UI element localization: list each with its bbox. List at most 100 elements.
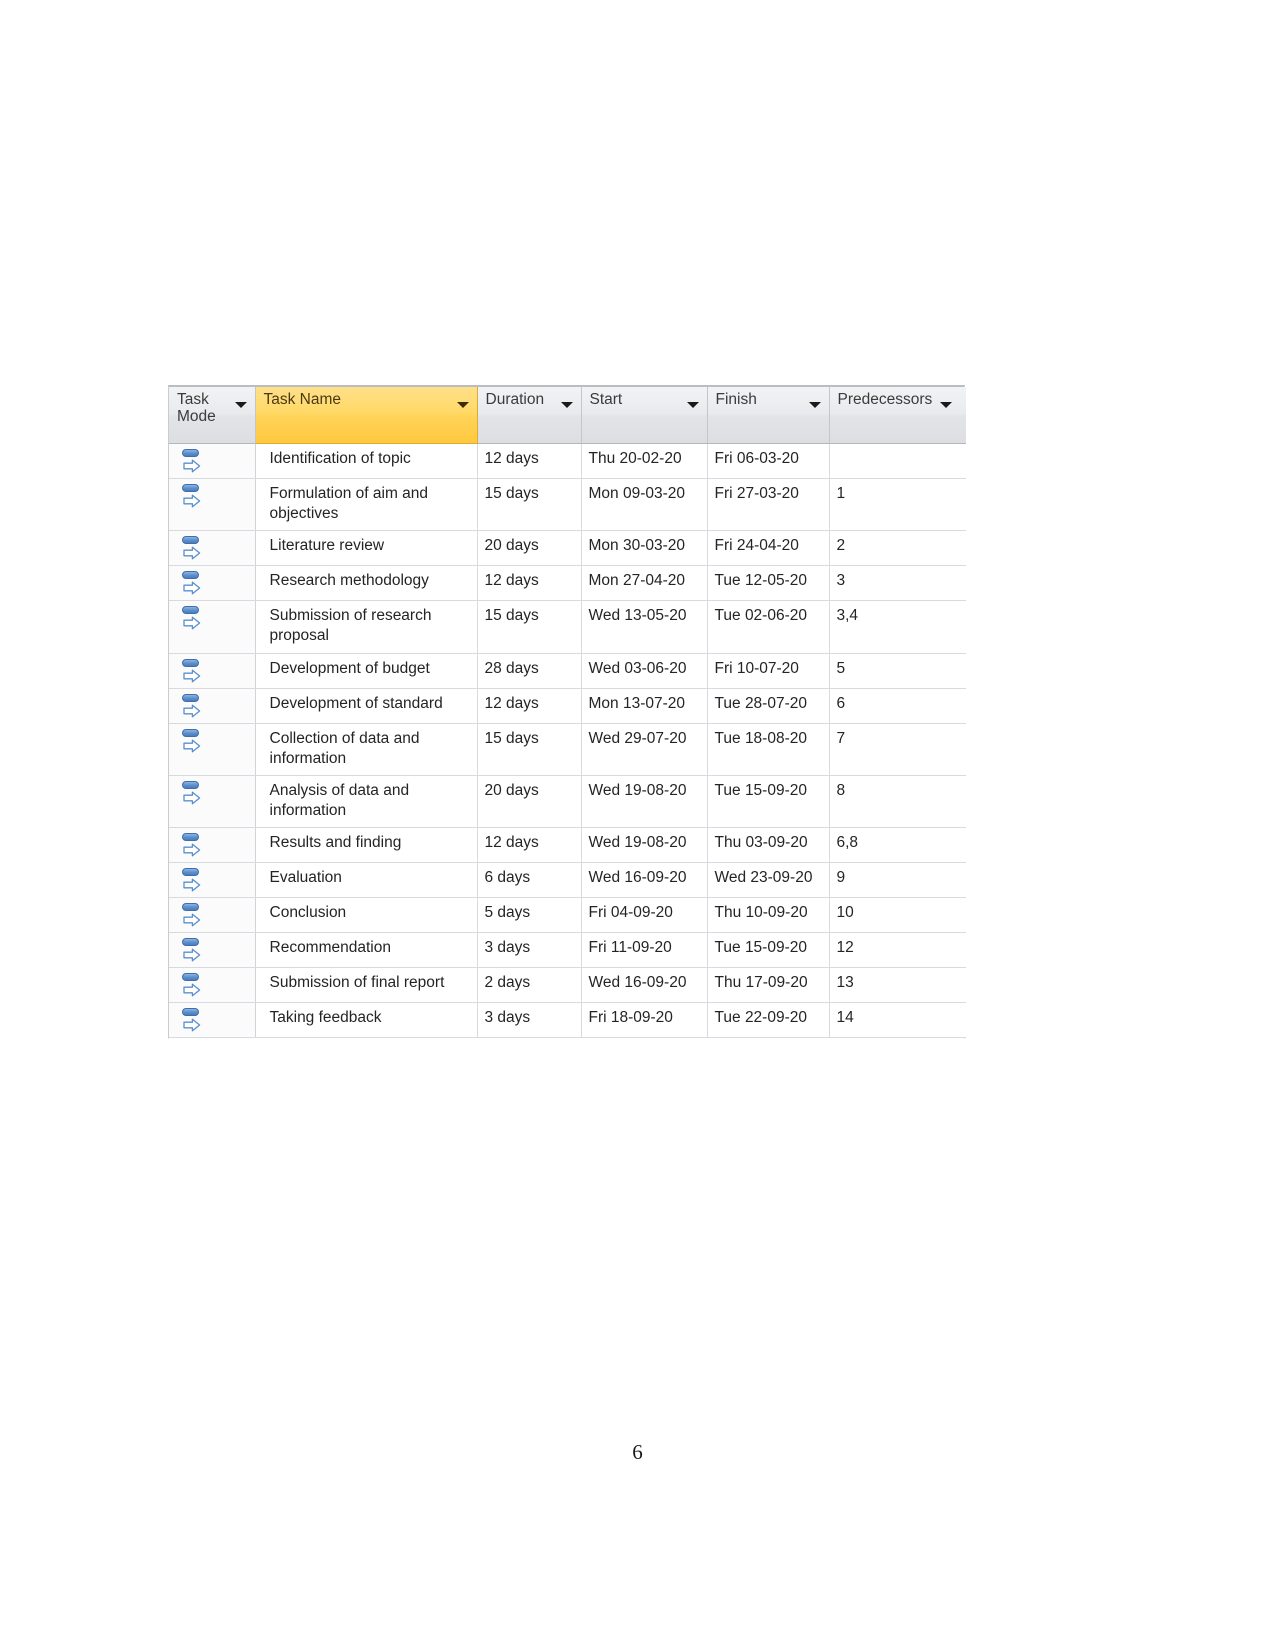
cell-duration[interactable]: 12 days	[477, 443, 582, 479]
filter-dropdown-icon-task-name[interactable]	[456, 402, 469, 408]
cell-finish[interactable]: Thu 03-09-20	[707, 827, 830, 864]
cell-duration[interactable]: 12 days	[477, 688, 582, 724]
cell-task-mode[interactable]	[169, 443, 256, 479]
table-row[interactable]: Conclusion 5 days Fri 04-09-20 Thu 10-09-20…	[169, 897, 966, 934]
table-row[interactable]: Evaluation 6 days Wed 16-09-20 Wed 23-09-20…	[169, 862, 966, 899]
cell-finish[interactable]: Tue 15-09-20	[707, 775, 830, 829]
table-row[interactable]: Literature review 20 days Mon 30-03-20 Fri …	[169, 530, 966, 567]
cell-duration[interactable]: 15 days	[477, 478, 582, 532]
cell-finish[interactable]: Tue 22-09-20	[707, 1002, 830, 1039]
filter-dropdown-icon-predecessors[interactable]	[940, 402, 952, 408]
cell-task-mode[interactable]	[169, 1002, 256, 1039]
cell-finish[interactable]: Fri 27-03-20	[707, 478, 830, 532]
cell-task-mode[interactable]	[169, 827, 256, 864]
cell-duration[interactable]: 6 days	[477, 862, 582, 899]
cell-task-name[interactable]: Analysis of data and information	[255, 775, 478, 829]
cell-finish[interactable]: Tue 15-09-20	[707, 932, 830, 969]
cell-finish[interactable]: Tue 02-06-20	[707, 600, 830, 654]
cell-predecessors[interactable]: 6,8	[829, 827, 966, 864]
cell-predecessors[interactable]: 8	[829, 775, 966, 829]
table-row[interactable]: Formulation of aim and objectives 15 days…	[169, 478, 966, 532]
table-row[interactable]: Development of budget 28 days Wed 03-06-20…	[169, 653, 966, 689]
cell-predecessors[interactable]: 5	[829, 653, 966, 689]
cell-task-name[interactable]: Collection of data and information	[255, 723, 478, 776]
cell-task-mode[interactable]	[169, 688, 256, 724]
cell-predecessors[interactable]: 9	[829, 862, 966, 899]
cell-task-name[interactable]: Formulation of aim and objectives	[255, 478, 478, 532]
cell-task-mode[interactable]	[169, 967, 256, 1004]
table-row[interactable]: Research methodology 12 days Mon 27-04-20 T…	[169, 565, 966, 602]
cell-start[interactable]: Wed 29-07-20	[581, 723, 708, 776]
cell-finish[interactable]: Thu 17-09-20	[707, 967, 830, 1004]
table-row[interactable]: Collection of data and information 15 day…	[169, 723, 966, 776]
cell-predecessors[interactable]: 10	[829, 897, 966, 934]
cell-predecessors[interactable]: 2	[829, 530, 966, 567]
cell-duration[interactable]: 5 days	[477, 897, 582, 934]
cell-predecessors[interactable]: 12	[829, 932, 966, 969]
filter-dropdown-icon-start[interactable]	[686, 402, 699, 408]
cell-task-name[interactable]: Recommendation	[255, 932, 478, 969]
table-row[interactable]: Development of standard 12 days Mon 13-07-…	[169, 688, 966, 724]
table-row[interactable]: Analysis of data and information 20 days W…	[169, 775, 966, 829]
cell-task-name[interactable]: Literature review	[255, 530, 478, 567]
cell-task-name[interactable]: Identification of topic	[255, 443, 478, 479]
cell-duration[interactable]: 20 days	[477, 530, 582, 567]
cell-task-name[interactable]: Results and finding	[255, 827, 478, 864]
column-header-task-name[interactable]: Task Name	[255, 387, 478, 444]
table-row[interactable]: Submission of final report 2 days Wed 16-0…	[169, 967, 966, 1004]
cell-finish[interactable]: Thu 10-09-20	[707, 897, 830, 934]
cell-task-name[interactable]: Taking feedback	[255, 1002, 478, 1039]
cell-finish[interactable]: Fri 10-07-20	[707, 653, 830, 689]
cell-predecessors[interactable]	[829, 443, 966, 479]
cell-task-mode[interactable]	[169, 897, 256, 934]
cell-duration[interactable]: 15 days	[477, 723, 582, 776]
cell-duration[interactable]: 15 days	[477, 600, 582, 654]
cell-start[interactable]: Mon 30-03-20	[581, 530, 708, 567]
cell-start[interactable]: Wed 16-09-20	[581, 862, 708, 899]
cell-start[interactable]: Wed 16-09-20	[581, 967, 708, 1004]
cell-task-mode[interactable]	[169, 530, 256, 567]
cell-predecessors[interactable]: 1	[829, 478, 966, 532]
cell-task-name[interactable]: Development of budget	[255, 653, 478, 689]
table-row[interactable]: Results and finding 12 days Wed 19-08-20 Th…	[169, 827, 966, 864]
table-row[interactable]: Taking feedback 3 days Fri 18-09-20 Tue 22-…	[169, 1002, 966, 1039]
cell-finish[interactable]: Tue 18-08-20	[707, 723, 830, 776]
cell-start[interactable]: Wed 03-06-20	[581, 653, 708, 689]
column-header-task-mode[interactable]: Task Mode	[169, 387, 256, 444]
cell-duration[interactable]: 12 days	[477, 565, 582, 602]
cell-finish[interactable]: Tue 28-07-20	[707, 688, 830, 724]
cell-task-name[interactable]: Research methodology	[255, 565, 478, 602]
table-row[interactable]: Recommendation 3 days Fri 11-09-20 Tue 15-0…	[169, 932, 966, 969]
column-header-start[interactable]: Start	[581, 387, 708, 444]
cell-task-mode[interactable]	[169, 932, 256, 969]
cell-predecessors[interactable]: 3	[829, 565, 966, 602]
cell-predecessors[interactable]: 13	[829, 967, 966, 1004]
cell-task-name[interactable]: Evaluation	[255, 862, 478, 899]
cell-duration[interactable]: 3 days	[477, 1002, 582, 1039]
cell-start[interactable]: Mon 09-03-20	[581, 478, 708, 532]
table-row[interactable]: Identification of topic 12 days Thu 20-02-…	[169, 443, 966, 479]
cell-predecessors[interactable]: 6	[829, 688, 966, 724]
cell-duration[interactable]: 2 days	[477, 967, 582, 1004]
cell-duration[interactable]: 3 days	[477, 932, 582, 969]
cell-start[interactable]: Thu 20-02-20	[581, 443, 708, 479]
cell-start[interactable]: Fri 04-09-20	[581, 897, 708, 934]
cell-finish[interactable]: Tue 12-05-20	[707, 565, 830, 602]
cell-predecessors[interactable]: 3,4	[829, 600, 966, 654]
cell-finish[interactable]: Fri 24-04-20	[707, 530, 830, 567]
cell-task-name[interactable]: Development of standard	[255, 688, 478, 724]
column-header-duration[interactable]: Duration	[477, 387, 582, 444]
cell-task-mode[interactable]	[169, 565, 256, 602]
filter-dropdown-icon-finish[interactable]	[808, 402, 821, 408]
cell-start[interactable]: Fri 18-09-20	[581, 1002, 708, 1039]
column-header-predecessors[interactable]: Predecessors	[829, 387, 966, 444]
cell-duration[interactable]: 12 days	[477, 827, 582, 864]
cell-task-mode[interactable]	[169, 653, 256, 689]
cell-task-mode[interactable]	[169, 478, 256, 532]
cell-task-mode[interactable]	[169, 775, 256, 829]
cell-predecessors[interactable]: 14	[829, 1002, 966, 1039]
cell-task-mode[interactable]	[169, 600, 256, 654]
cell-start[interactable]: Wed 19-08-20	[581, 775, 708, 829]
filter-dropdown-icon-duration[interactable]	[560, 402, 573, 408]
cell-start[interactable]: Wed 13-05-20	[581, 600, 708, 654]
